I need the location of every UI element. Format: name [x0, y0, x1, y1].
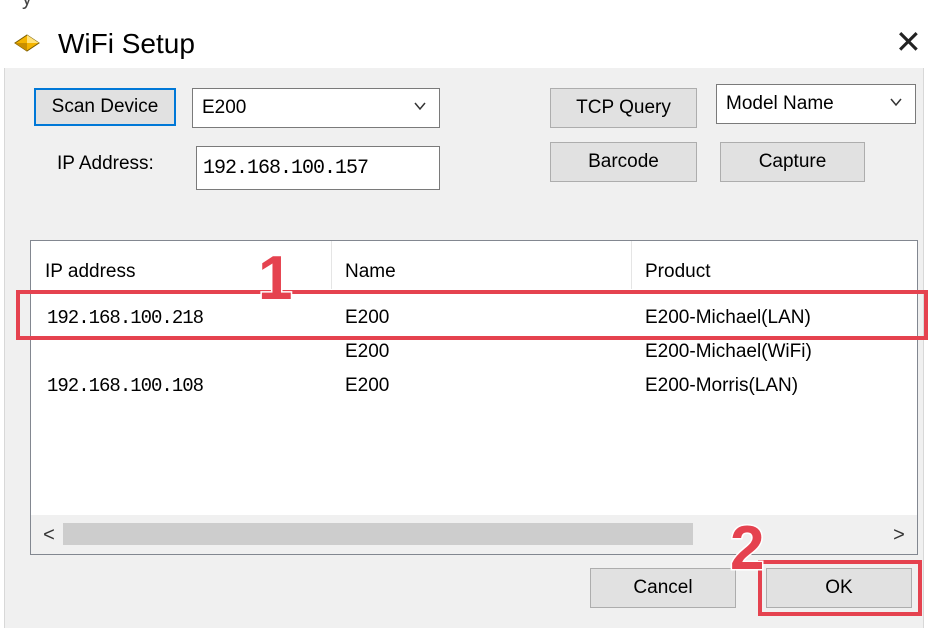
- step2-number: 2: [728, 514, 766, 583]
- barcode-button[interactable]: Barcode: [550, 142, 697, 182]
- model-select-value: Model Name: [726, 93, 834, 114]
- table-row[interactable]: 192.168.100.218 E200 E200-Michael(LAN): [31, 301, 917, 335]
- capture-button[interactable]: Capture: [720, 142, 865, 182]
- cell-ip: 192.168.100.218: [47, 307, 204, 329]
- window-title: WiFi Setup: [58, 28, 195, 59]
- wifi-setup-window: y WiFi Setup ✕ Scan Device E200 TCP Quer…: [0, 0, 928, 628]
- cell-product: E200-Michael(LAN): [645, 307, 811, 328]
- cell-product: E200-Michael(WiFi): [645, 341, 812, 362]
- scrollbar-thumb[interactable]: [63, 523, 693, 545]
- scroll-left-icon[interactable]: <: [37, 523, 61, 547]
- ip-address-label: IP Address:: [57, 153, 154, 174]
- cell-product: E200-Morris(LAN): [645, 375, 799, 396]
- cell-name: E200: [345, 375, 390, 396]
- close-icon[interactable]: ✕: [895, 26, 922, 58]
- chevron-down-icon: [890, 98, 902, 107]
- step1-number: 1: [256, 244, 294, 313]
- device-list[interactable]: IP address Name Product 192.168.100.218 …: [30, 240, 918, 555]
- background-strip: y: [0, 0, 928, 10]
- cell-name: E200: [345, 341, 390, 362]
- column-divider[interactable]: [631, 241, 632, 289]
- chevron-down-icon: [414, 102, 426, 111]
- cancel-button[interactable]: Cancel: [590, 568, 736, 608]
- scan-device-button[interactable]: Scan Device: [34, 88, 176, 126]
- table-row[interactable]: E200 E200-Michael(WiFi): [31, 335, 917, 369]
- tcp-query-button[interactable]: TCP Query: [550, 88, 697, 128]
- scroll-right-icon[interactable]: >: [887, 523, 911, 547]
- column-header-name[interactable]: Name: [345, 261, 396, 283]
- cell-name: E200: [345, 307, 390, 328]
- column-header-product[interactable]: Product: [645, 261, 710, 283]
- cell-ip: 192.168.100.108: [47, 375, 204, 397]
- model-name-select[interactable]: Model Name: [716, 84, 916, 124]
- table-row[interactable]: 192.168.100.108 E200 E200-Morris(LAN): [31, 369, 917, 403]
- column-divider[interactable]: [331, 241, 332, 289]
- diamond-app-icon: [14, 34, 40, 52]
- ok-button[interactable]: OK: [766, 568, 912, 608]
- list-header: IP address Name Product: [31, 241, 917, 299]
- device-select[interactable]: E200: [192, 88, 440, 128]
- title-bar[interactable]: WiFi Setup ✕: [0, 10, 928, 68]
- horizontal-scrollbar[interactable]: < >: [31, 515, 917, 554]
- ip-address-field[interactable]: 192.168.100.157: [196, 146, 440, 190]
- device-select-value: E200: [202, 97, 247, 118]
- column-header-ip[interactable]: IP address: [45, 261, 135, 283]
